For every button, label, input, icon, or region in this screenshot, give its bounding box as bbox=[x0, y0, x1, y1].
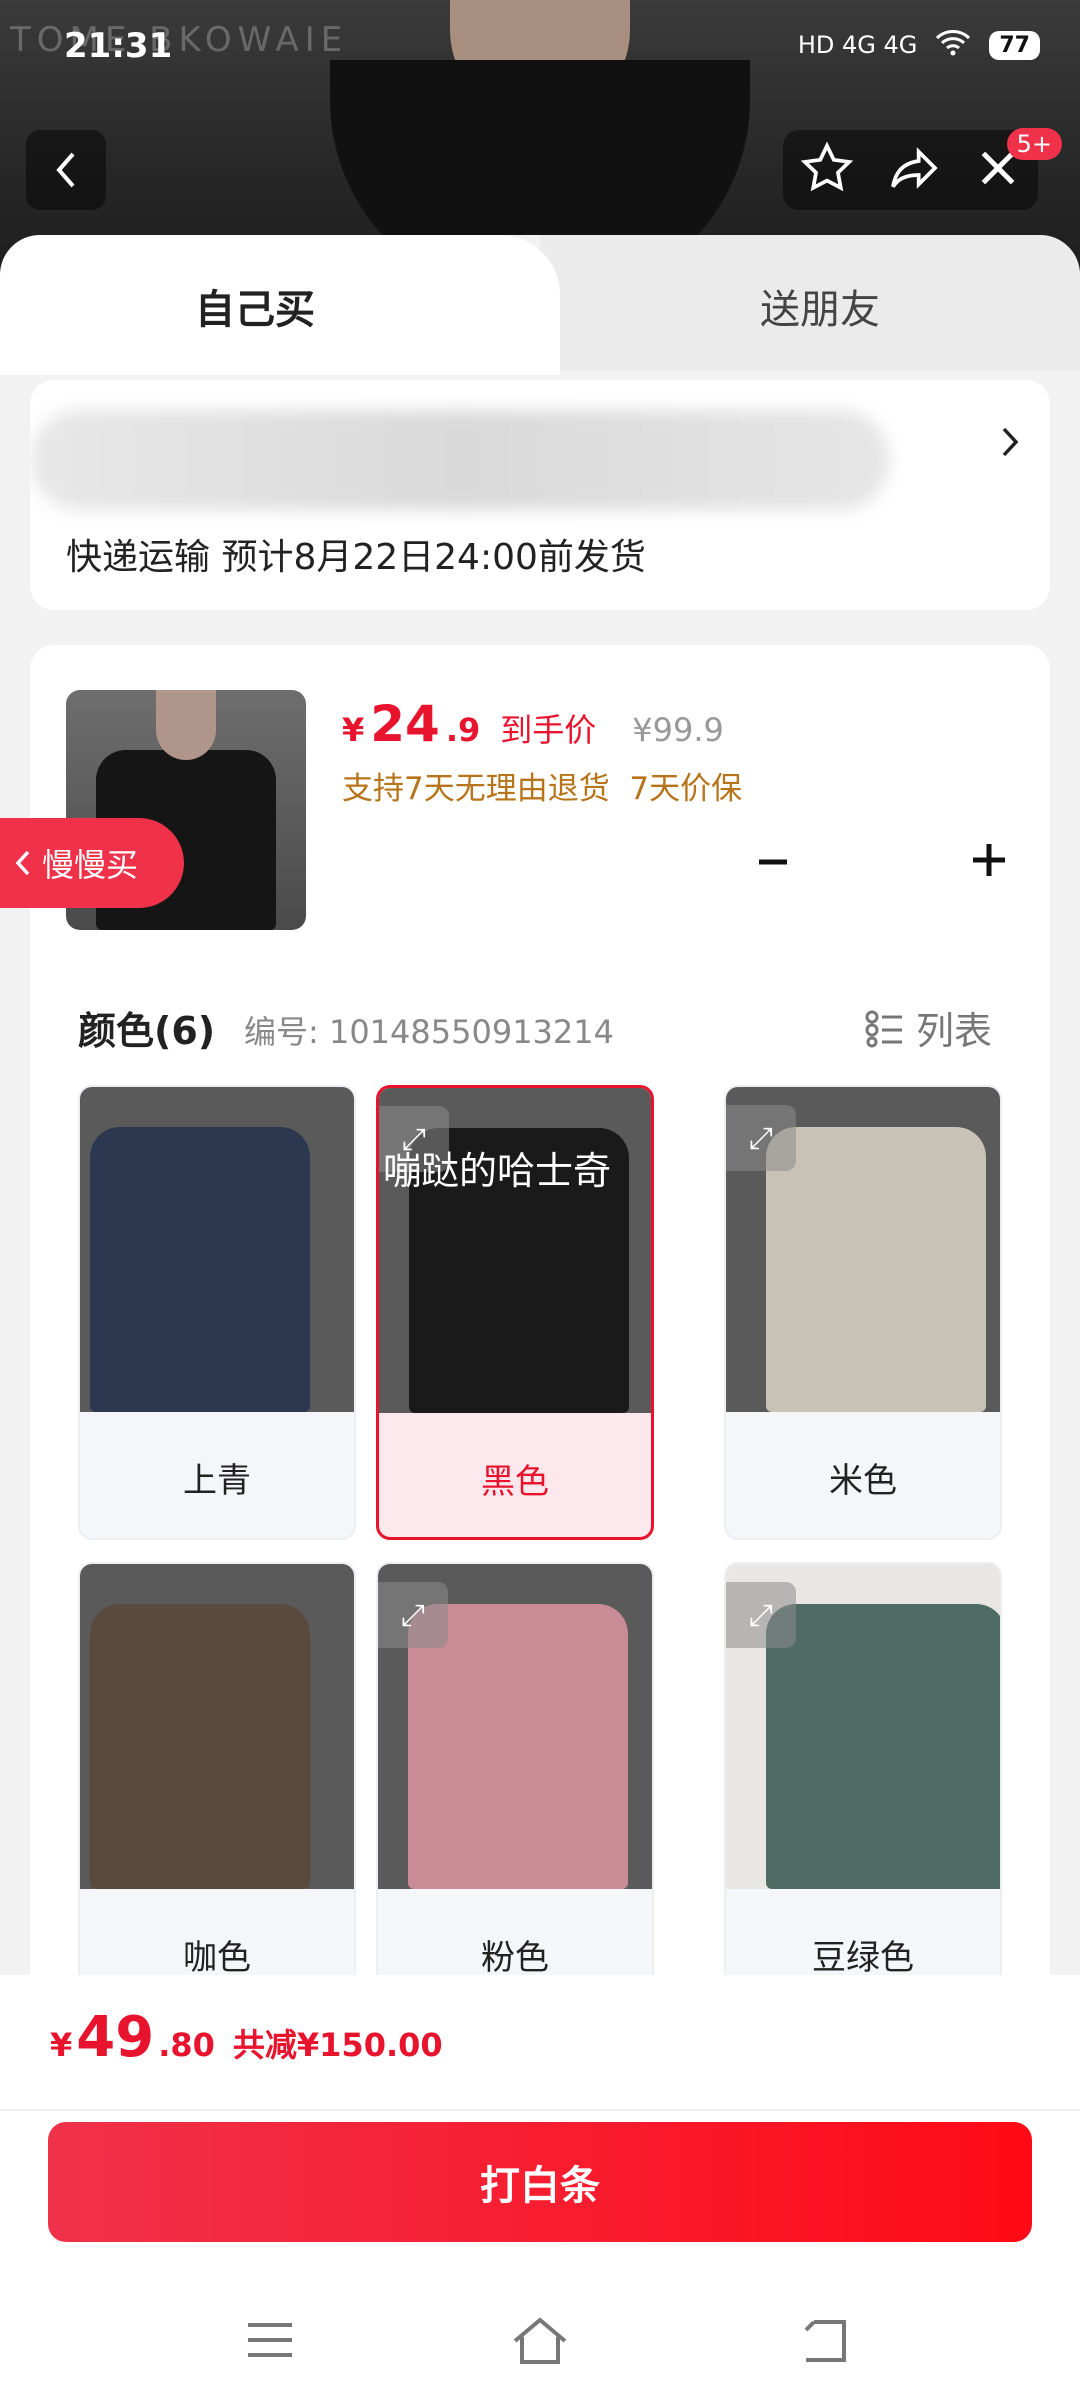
list-view-label: 列表 bbox=[916, 1009, 993, 1053]
chevron-right-icon bbox=[1000, 425, 1020, 463]
total-price-symbol: ¥ bbox=[50, 2026, 73, 2064]
color-label: 米色 bbox=[829, 1460, 897, 1501]
total-discount: 共减¥150.00 bbox=[232, 2026, 443, 2064]
price-integer: 24 bbox=[370, 695, 440, 753]
image-overlay-text: 嘣跶的哈士奇 bbox=[383, 1149, 612, 1193]
plus-button[interactable] bbox=[970, 841, 1008, 883]
address-card[interactable]: 快递运输 预计8月22日24:00前发货 bbox=[30, 380, 1050, 610]
tab-buy-self-label: 自己买 bbox=[195, 287, 315, 333]
slow-buy-label: 慢慢买 bbox=[42, 846, 139, 884]
expand-icon[interactable]: ⤢ bbox=[378, 1582, 448, 1648]
color-label: 粉色 bbox=[481, 1937, 549, 1976]
total-price-integer: 49 bbox=[76, 2005, 155, 2070]
final-price-tag: 到手价 bbox=[500, 711, 597, 749]
purchase-sheet: 送朋友 自己买 快递运输 预计8月22日24:00前发货 ¥ 24 .9 到手价… bbox=[0, 235, 1080, 1975]
product-card: ¥ 24 .9 到手价 ¥99.9 支持7天无理由退货 7天价保 颜色(6) 编… bbox=[30, 645, 1050, 1975]
expand-icon[interactable]: ⤢ bbox=[726, 1105, 796, 1171]
list-view-toggle[interactable]: 列表 bbox=[864, 1000, 992, 1055]
divider bbox=[0, 2109, 1080, 2111]
menu-nav-button[interactable] bbox=[245, 2320, 295, 2364]
color-option-bean-green[interactable]: ⤢ 豆绿色 bbox=[724, 1562, 1002, 1975]
color-option-navy[interactable]: 上青 bbox=[78, 1085, 356, 1540]
color-option-pink[interactable]: ⤢ 粉色 bbox=[376, 1562, 654, 1975]
color-label: 豆绿色 bbox=[812, 1937, 914, 1976]
delivery-estimate: 快递运输 预计8月22日24:00前发货 bbox=[66, 537, 646, 578]
message-count-badge: 5+ bbox=[1006, 128, 1062, 160]
share-icon[interactable] bbox=[886, 140, 942, 200]
color-option-coffee[interactable]: 咖色 bbox=[78, 1562, 356, 1975]
chevron-left-icon bbox=[15, 850, 30, 876]
wifi-icon bbox=[935, 28, 971, 62]
minus-button[interactable] bbox=[756, 845, 790, 883]
total-price-decimal: .80 bbox=[158, 2026, 215, 2064]
buy-with-credit-button[interactable]: 打白条 bbox=[48, 2122, 1032, 2242]
swatch-image bbox=[80, 1087, 354, 1412]
color-option-black[interactable]: ⤢ 嘣跶的哈士奇 黑色 bbox=[376, 1085, 654, 1540]
favorite-star-icon[interactable] bbox=[799, 140, 855, 200]
expand-icon[interactable]: ⤢ bbox=[726, 1582, 796, 1648]
status-time: 21:31 bbox=[64, 26, 173, 66]
tab-gift-friend-label: 送朋友 bbox=[760, 287, 880, 333]
status-bar-icons: HD 4G 4G 77 bbox=[798, 28, 1040, 62]
slow-buy-pill[interactable]: 慢慢买 bbox=[0, 818, 184, 908]
signal-icon: HD 4G 4G bbox=[797, 31, 918, 59]
color-label: 咖色 bbox=[183, 1937, 251, 1976]
price-decimal: .9 bbox=[445, 711, 481, 749]
brand-watermark: TOME BKOWAIE bbox=[10, 20, 349, 60]
menu-icon bbox=[248, 2323, 292, 2357]
product-code: 编号: 10148550913214 bbox=[244, 1013, 614, 1051]
color-option-beige[interactable]: ⤢ 米色 bbox=[724, 1085, 1002, 1540]
swatch-image bbox=[80, 1564, 354, 1889]
redacted-address bbox=[30, 410, 890, 510]
original-price: ¥99.9 bbox=[632, 711, 724, 749]
list-icon bbox=[865, 1010, 902, 1047]
guarantee-text: 支持7天无理由退货 7天价保 bbox=[342, 771, 743, 807]
home-icon bbox=[513, 2317, 567, 2364]
back-button[interactable] bbox=[26, 130, 106, 210]
chevron-left-icon bbox=[56, 152, 75, 188]
back-nav-button[interactable] bbox=[800, 2318, 850, 2368]
tab-buy-self[interactable]: 自己买 bbox=[0, 235, 560, 375]
plus-icon bbox=[973, 844, 1005, 876]
color-section-title: 颜色(6) bbox=[78, 1009, 216, 1053]
header-actions bbox=[783, 130, 1038, 210]
price-symbol: ¥ bbox=[342, 711, 365, 749]
battery-indicator: 77 bbox=[989, 30, 1040, 60]
color-label: 黑色 bbox=[481, 1461, 549, 1502]
minus-icon bbox=[759, 859, 787, 865]
tab-gift-friend[interactable]: 送朋友 bbox=[540, 235, 1080, 370]
home-nav-button[interactable] bbox=[510, 2315, 570, 2369]
back-nav-icon bbox=[804, 2320, 846, 2362]
color-label: 上青 bbox=[183, 1460, 251, 1501]
